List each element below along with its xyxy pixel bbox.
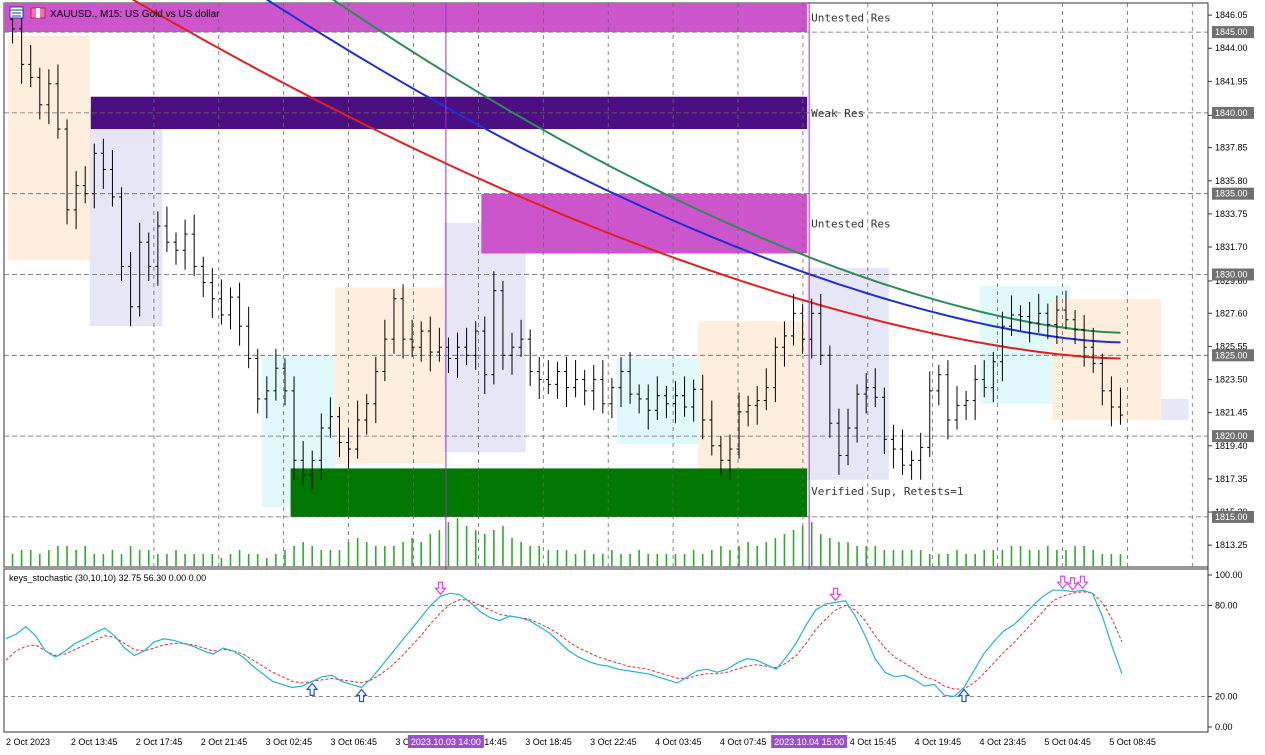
indicator-tick-label: 80.00 [1215, 600, 1238, 610]
zone-label: Untested Res [811, 218, 890, 231]
gift-icon[interactable] [30, 7, 46, 19]
session-box [698, 321, 808, 482]
price-level-label: 1835.00 [1215, 189, 1248, 199]
time-tick-label: 3 Oct 22:45 [590, 737, 637, 747]
time-tick-label: 2 Oct 2023 [6, 737, 50, 747]
price-level-label: 1825.00 [1215, 350, 1248, 360]
price-level-label: 1840.00 [1215, 108, 1248, 118]
zone-label: Untested Res [811, 12, 890, 25]
chart-canvas: Untested Res Weak Res Untested Res Verified… [0, 0, 1265, 750]
time-tick-label: 4 Oct 15:45 [850, 737, 897, 747]
price-level-label: 1820.00 [1215, 431, 1248, 441]
time-tick-label: 3 Oct 06:45 [331, 737, 378, 747]
time-tick-label: 4 Oct 23:45 [980, 737, 1027, 747]
price-tick-label: 1837.85 [1215, 143, 1248, 153]
time-tick-label: 2 Oct 17:45 [136, 737, 183, 747]
time-tick-label: 4 Oct 03:45 [655, 737, 702, 747]
price-level-label: 1845.00 [1215, 27, 1248, 37]
indicator-tick-label: 0.00 [1215, 722, 1233, 732]
price-tick-label: 1841.95 [1215, 76, 1248, 86]
time-tick-label: 5 Oct 04:45 [1044, 737, 1091, 747]
indicator-tick-label: 20.00 [1215, 692, 1238, 702]
symbol-title: XAUUSD., M15: US Gold vs US dollar [50, 9, 220, 20]
price-tick-label: 1835.80 [1215, 176, 1248, 186]
price-tick-label: 1813.25 [1215, 540, 1248, 550]
session-box [8, 35, 90, 260]
price-tick-label: 1831.70 [1215, 242, 1248, 252]
zone-rect [481, 193, 808, 254]
price-tick-label: 1846.05 [1215, 10, 1248, 20]
time-tick-label: 4 Oct 19:45 [915, 737, 962, 747]
time-marker-label: 2023.10.03 14:00 [411, 737, 481, 747]
price-tick-label: 1844.00 [1215, 43, 1248, 53]
session-box [1161, 398, 1189, 420]
session-box [1052, 298, 1162, 420]
time-tick-label: 3 Oct 18:45 [525, 737, 572, 747]
time-tick-label: 3 Oct 02:45 [266, 737, 313, 747]
time-tick-label: 2 Oct 13:45 [71, 737, 118, 747]
chart-header: XAUUSD., M15: US Gold vs US dollar [9, 6, 220, 20]
price-level-label: 1815.00 [1215, 512, 1248, 522]
time-marker-label: 2023.10.04 15:00 [774, 737, 844, 747]
price-tick-label: 1821.45 [1215, 408, 1248, 418]
zone-label: Weak Res [811, 107, 864, 120]
price-tick-label: 1827.60 [1215, 308, 1248, 318]
price-tick-label: 1817.35 [1215, 474, 1248, 484]
zone-label: Verified Sup, Retests=1 [811, 485, 963, 498]
price-level-label: 1830.00 [1215, 269, 1248, 279]
price-tick-label: 1819.40 [1215, 441, 1248, 451]
indicator-label: keys_stochastic (30,10,10) 32.75 56.30 0… [9, 573, 206, 583]
session-box [334, 287, 444, 464]
price-tick-label: 1833.75 [1215, 209, 1248, 219]
time-tick-label: 5 Oct 08:45 [1109, 737, 1156, 747]
price-tick-label: 1823.50 [1215, 375, 1248, 385]
session-box [89, 108, 163, 327]
chart-menu-icon[interactable] [9, 6, 24, 19]
time-tick-label: 4 Oct 07:45 [720, 737, 767, 747]
indicator-panel[interactable]: keys_stochastic (30,10,10) 32.75 56.30 0… [3, 568, 1209, 733]
time-tick-label: 2 Oct 21:45 [201, 737, 248, 747]
indicator-tick-label: 100.00 [1215, 570, 1243, 580]
